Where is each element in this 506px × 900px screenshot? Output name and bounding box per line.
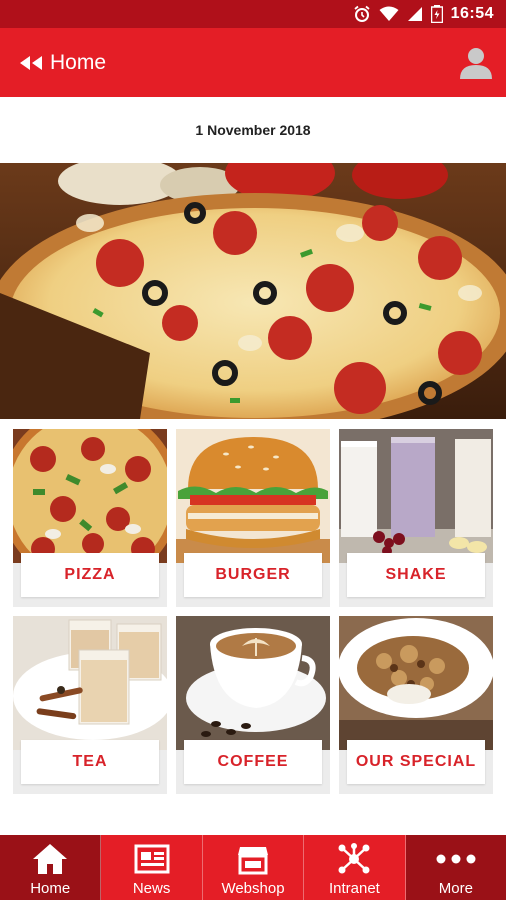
category-label-box: COFFEE bbox=[184, 740, 322, 784]
date-row: 1 November 2018 bbox=[0, 97, 506, 163]
status-icons: 16:54 bbox=[353, 4, 494, 24]
status-bar: 16:54 bbox=[0, 0, 506, 28]
category-label: BURGER bbox=[215, 566, 291, 583]
nav-label: Webshop bbox=[221, 880, 285, 897]
category-label-box: SHAKE bbox=[347, 553, 485, 597]
nav-label: Home bbox=[30, 880, 71, 897]
tea-image bbox=[13, 616, 167, 750]
category-tile-coffee[interactable]: COFFEE bbox=[176, 616, 330, 794]
nav-label: News bbox=[132, 880, 171, 897]
category-tile-shake[interactable]: SHAKE bbox=[339, 429, 493, 607]
user-avatar-icon[interactable] bbox=[458, 44, 494, 80]
category-tile-pizza[interactable]: PIZZA bbox=[13, 429, 167, 607]
battery-icon bbox=[430, 5, 443, 23]
category-tile-tea[interactable]: TEA bbox=[13, 616, 167, 794]
back-button[interactable]: Home bbox=[18, 50, 106, 76]
category-label-box: TEA bbox=[21, 740, 159, 784]
signal-icon bbox=[407, 7, 422, 21]
nav-item-news[interactable]: News bbox=[101, 835, 203, 900]
special-dish-image bbox=[339, 616, 493, 750]
home-icon bbox=[33, 844, 68, 874]
newspaper-icon bbox=[134, 844, 170, 874]
pizza-hero-image bbox=[0, 163, 506, 419]
page-title: Home bbox=[50, 51, 107, 74]
shake-image bbox=[339, 429, 493, 563]
more-dots-icon bbox=[436, 854, 476, 864]
category-label-box: BURGER bbox=[184, 553, 322, 597]
nav-label: More bbox=[438, 880, 473, 897]
coffee-image bbox=[176, 616, 330, 750]
nav-item-webshop[interactable]: Webshop bbox=[203, 835, 305, 900]
pizza-image bbox=[13, 429, 167, 563]
nav-item-home[interactable]: Home bbox=[0, 835, 102, 900]
category-tile-our-special[interactable]: OUR SPECIAL bbox=[339, 616, 493, 794]
wifi-icon bbox=[379, 6, 399, 21]
nav-label: Intranet bbox=[328, 880, 380, 897]
category-label: COFFEE bbox=[217, 753, 289, 770]
nav-item-more[interactable]: More bbox=[405, 835, 506, 900]
category-label: TEA bbox=[72, 753, 108, 770]
shop-icon bbox=[238, 847, 269, 875]
category-label: SHAKE bbox=[385, 566, 447, 583]
current-date: 1 November 2018 bbox=[195, 122, 311, 138]
app-bar: Home bbox=[0, 28, 506, 97]
category-label: OUR SPECIAL bbox=[355, 753, 477, 770]
rewind-back-icon bbox=[20, 56, 42, 70]
network-icon bbox=[338, 843, 370, 874]
status-time: 16:54 bbox=[450, 5, 494, 22]
category-label-box: PIZZA bbox=[21, 553, 159, 597]
bottom-navigation: Home News Webshop Intranet More bbox=[0, 835, 506, 900]
category-tile-burger[interactable]: BURGER bbox=[176, 429, 330, 607]
alarm-icon bbox=[354, 5, 370, 22]
burger-image bbox=[176, 429, 330, 563]
nav-item-intranet[interactable]: Intranet bbox=[304, 835, 406, 900]
category-label: PIZZA bbox=[64, 566, 116, 583]
category-label-box: OUR SPECIAL bbox=[347, 740, 485, 784]
